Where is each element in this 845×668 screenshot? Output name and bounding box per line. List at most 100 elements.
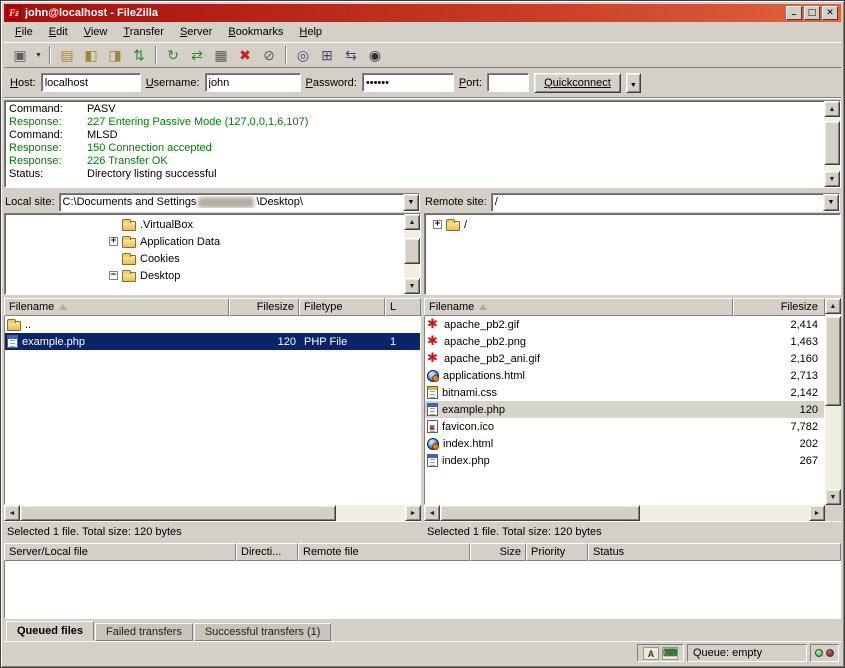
toggle-queue-button[interactable]: ⇅: [127, 44, 151, 66]
local-tree-scrollbar[interactable]: [404, 214, 420, 294]
preview-button[interactable]: ▦: [209, 44, 233, 66]
file-row[interactable]: index.php267: [425, 452, 824, 469]
menu-edit[interactable]: Edit: [42, 24, 75, 40]
scrollbar-thumb[interactable]: [404, 238, 420, 264]
column-direction[interactable]: Directi...: [236, 543, 298, 561]
titlebar[interactable]: Fz john@localhost - FileZilla: [4, 4, 841, 22]
tree-item[interactable]: Desktop: [5, 267, 404, 284]
php-file-icon: [7, 335, 18, 348]
toggle-message-log-button[interactable]: ▤: [55, 44, 79, 66]
menu-view[interactable]: View: [77, 24, 115, 40]
minimize-button[interactable]: [786, 6, 802, 20]
compare-button[interactable]: ⊞: [315, 44, 339, 66]
scroll-up-icon[interactable]: [825, 298, 841, 314]
menubar: File Edit View Transfer Server Bookmarks…: [4, 22, 841, 42]
scroll-down-icon[interactable]: [825, 489, 841, 505]
scrollbar-thumb[interactable]: [440, 505, 640, 521]
menu-help[interactable]: Help: [292, 24, 329, 40]
tree-item[interactable]: Application Data: [5, 233, 404, 250]
tree-item-root[interactable]: /: [425, 216, 840, 233]
file-row[interactable]: applications.html2,713: [425, 367, 824, 384]
transfer-type-icon[interactable]: A: [643, 647, 659, 660]
tab-queued-files[interactable]: Queued files: [6, 621, 94, 641]
column-priority[interactable]: Priority: [526, 543, 588, 561]
refresh-button[interactable]: ↻: [161, 44, 185, 66]
file-row[interactable]: favicon.ico7,782: [425, 418, 824, 435]
tree-expand-icon[interactable]: [433, 220, 442, 229]
tree-expand-icon[interactable]: [109, 237, 118, 246]
process-queue-button[interactable]: ⇄: [185, 44, 209, 66]
scrollbar-thumb[interactable]: [20, 505, 336, 521]
file-row[interactable]: apache_pb2_ani.gif2,160: [425, 350, 824, 367]
toggle-local-tree-button[interactable]: ◧: [79, 44, 103, 66]
column-server-local-file[interactable]: Server/Local file: [4, 543, 236, 561]
scroll-down-icon[interactable]: [824, 171, 840, 187]
filter-button[interactable]: ◎: [291, 44, 315, 66]
scroll-right-icon[interactable]: [405, 505, 421, 521]
cancel-button[interactable]: ✖: [233, 44, 257, 66]
site-manager-button[interactable]: ▣: [8, 44, 32, 66]
remote-directory-tree: /: [424, 213, 841, 295]
tab-failed-transfers[interactable]: Failed transfers: [95, 623, 193, 641]
php-file-icon: [427, 454, 438, 467]
scroll-down-icon[interactable]: [404, 278, 420, 294]
scroll-left-icon[interactable]: [4, 505, 20, 521]
file-row-parent[interactable]: ..: [5, 316, 420, 333]
remote-site-dropdown[interactable]: [823, 194, 839, 211]
local-site-combo[interactable]: C:\Documents and Settings\Desktop\: [59, 193, 420, 212]
file-row-selected[interactable]: example.php 120 PHP File 1: [5, 333, 420, 350]
close-button[interactable]: [822, 6, 838, 20]
scroll-left-icon[interactable]: [424, 505, 440, 521]
transfer-queue-list[interactable]: [4, 561, 841, 619]
scroll-right-icon[interactable]: [809, 505, 825, 521]
log-scrollbar[interactable]: [824, 101, 840, 187]
tree-item[interactable]: Cookies: [5, 250, 404, 267]
password-label: Password:: [306, 77, 357, 89]
column-filetype[interactable]: Filetype: [299, 298, 385, 316]
column-status[interactable]: Status: [588, 543, 841, 561]
site-manager-dropdown[interactable]: [32, 44, 45, 66]
column-filename[interactable]: Filename: [424, 298, 733, 316]
file-row[interactable]: bitnami.css2,142: [425, 384, 824, 401]
quickconnect-button[interactable]: Quickconnect: [534, 73, 621, 93]
host-input[interactable]: [41, 73, 141, 92]
scroll-up-icon[interactable]: [404, 214, 420, 230]
find-button[interactable]: ◉: [363, 44, 387, 66]
folder-icon: [446, 221, 460, 231]
column-remote-file[interactable]: Remote file: [298, 543, 470, 561]
password-input[interactable]: [362, 73, 454, 92]
speed-limit-icon[interactable]: ⌨: [662, 647, 678, 660]
quickconnect-dropdown[interactable]: [626, 73, 641, 93]
menu-transfer[interactable]: Transfer: [116, 24, 171, 40]
remote-site-combo[interactable]: /: [491, 193, 840, 212]
tree-item[interactable]: .VirtualBox: [5, 216, 404, 233]
scrollbar-thumb[interactable]: [825, 316, 841, 406]
toggle-remote-tree-button[interactable]: ◨: [103, 44, 127, 66]
menu-file[interactable]: File: [8, 24, 40, 40]
remote-list-scrollbar[interactable]: [825, 298, 841, 505]
tree-collapse-icon[interactable]: [109, 271, 118, 280]
column-lastmodified[interactable]: L: [385, 298, 421, 316]
menu-bookmarks[interactable]: Bookmarks: [221, 24, 290, 40]
column-filesize[interactable]: Filesize: [733, 298, 825, 316]
disconnect-button[interactable]: ⊘: [257, 44, 281, 66]
file-row-highlighted[interactable]: example.php120: [425, 401, 824, 418]
maximize-button[interactable]: [804, 6, 820, 20]
scroll-up-icon[interactable]: [824, 101, 840, 117]
menu-server[interactable]: Server: [173, 24, 219, 40]
file-row[interactable]: index.html202: [425, 435, 824, 452]
column-size[interactable]: Size: [470, 543, 526, 561]
scrollbar-corner: [825, 505, 841, 521]
local-horizontal-scrollbar[interactable]: [4, 505, 421, 521]
port-input[interactable]: [487, 73, 529, 92]
local-site-dropdown[interactable]: [403, 194, 419, 211]
sync-browse-button[interactable]: ⇆: [339, 44, 363, 66]
column-filesize[interactable]: Filesize: [229, 298, 299, 316]
file-row[interactable]: apache_pb2.gif2,414: [425, 316, 824, 333]
scrollbar-thumb[interactable]: [824, 121, 840, 165]
column-filename[interactable]: Filename: [4, 298, 229, 316]
tab-successful-transfers[interactable]: Successful transfers (1): [194, 623, 332, 641]
file-row[interactable]: apache_pb2.png1,463: [425, 333, 824, 350]
remote-horizontal-scrollbar[interactable]: [424, 505, 825, 521]
username-input[interactable]: [205, 73, 301, 92]
